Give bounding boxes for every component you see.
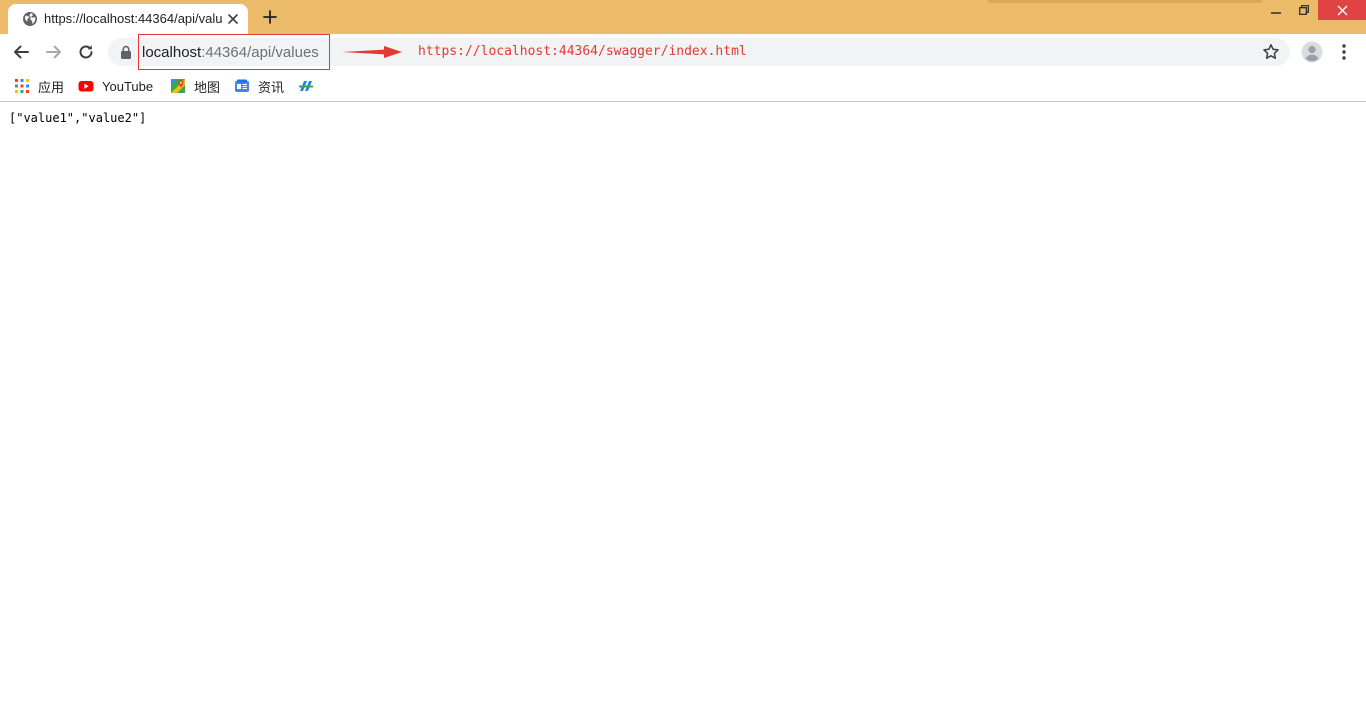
url-path: :44364/api/values [201,44,319,61]
plus-icon [263,10,277,24]
youtube-icon [78,81,94,92]
address-url[interactable]: localhost:44364/api/values [142,44,319,62]
restore-icon [1299,5,1309,15]
lock-icon[interactable] [120,45,132,59]
annotation-url-text: https://localhost:44364/swagger/index.ht… [418,44,747,59]
bookmark-label: YouTube [102,78,154,94]
tab-strip-shadow [988,0,1262,3]
bookmark-label: 资讯 [258,79,285,95]
bookmarks-bar: 应用 YouTube 地图 资讯 [0,70,1366,102]
close-icon [1337,5,1347,15]
profile-button[interactable] [1301,41,1323,63]
browser-toolbar: localhost:44364/api/values https://local… [0,34,1366,70]
bookmark-maps[interactable]: 地图 [170,76,220,96]
news-icon [235,79,249,92]
minimize-icon [1271,12,1281,14]
restore-button[interactable] [1290,0,1318,20]
annotation-arrow-icon [342,46,402,58]
url-host: localhost [142,44,202,61]
globe-icon [23,12,37,26]
bookmark-extra[interactable] [298,76,322,96]
bookmark-youtube[interactable]: YouTube [78,76,153,96]
arrow-left-icon [14,45,29,59]
reload-button[interactable] [74,40,98,64]
tab-strip: https://localhost:44364/api/values [0,0,1366,34]
forward-button[interactable] [42,40,66,64]
bookmark-label: 应用 [38,79,65,95]
back-button[interactable] [9,40,33,64]
star-icon[interactable] [1262,43,1280,61]
window-close-button[interactable] [1318,0,1366,20]
extension-logo-icon [299,81,313,91]
browser-menu-button[interactable] [1334,41,1354,63]
tab-title: https://localhost:44364/api/values [44,11,222,26]
apps-grid-icon [15,79,29,93]
minimize-button[interactable] [1262,0,1290,20]
page-body-text: ["value1","value2"] [9,111,147,125]
more-vert-icon [1342,44,1346,60]
bookmark-news[interactable]: 资讯 [234,76,284,96]
avatar-icon [1301,41,1323,63]
new-tab-button[interactable] [258,6,282,28]
bookmark-apps[interactable]: 应用 [14,76,64,96]
reload-icon [79,45,93,59]
tab-active[interactable]: https://localhost:44364/api/values [8,4,248,34]
bookmark-label: 地图 [194,79,221,95]
maps-icon [171,79,185,93]
close-icon[interactable] [225,11,241,27]
address-bar[interactable]: localhost:44364/api/values https://local… [108,34,1290,70]
arrow-right-icon [46,45,61,59]
